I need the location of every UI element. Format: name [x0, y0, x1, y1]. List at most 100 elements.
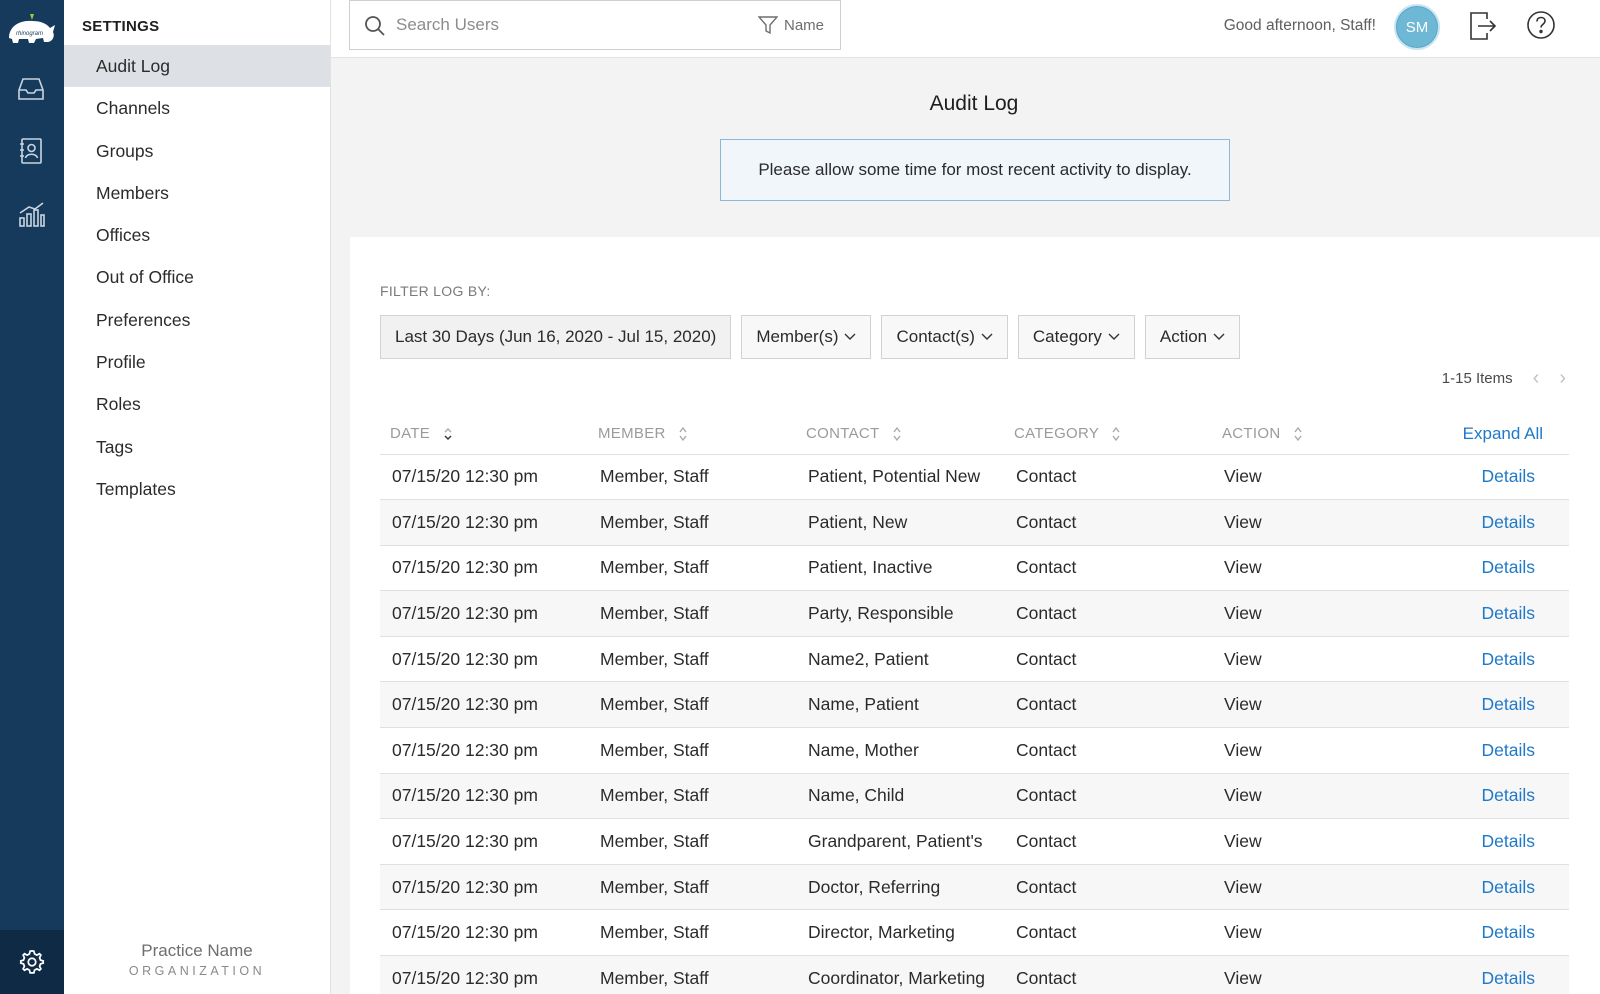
- sidebar-item-profile[interactable]: Profile: [64, 341, 330, 383]
- table-row[interactable]: 07/15/20 12:30 pm Member, Staff Name2, Pat…: [380, 636, 1569, 683]
- sidebar-item-groups[interactable]: Groups: [64, 130, 330, 172]
- date-range-filter[interactable]: Last 30 Days (Jun 16, 2020 - Jul 15, 202…: [380, 315, 732, 359]
- audit-log-table: DATE MEMBER CONTACT CATEGORY ACTION Expa…: [380, 414, 1569, 994]
- cell-member: Member, Staff: [588, 454, 796, 501]
- cell-details: Details: [1382, 773, 1569, 820]
- sidebar-item-roles[interactable]: Roles: [64, 383, 330, 425]
- cell-member: Member, Staff: [588, 955, 796, 994]
- cell-category: Contact: [1004, 955, 1212, 994]
- details-link[interactable]: Details: [1482, 694, 1536, 714]
- category-filter[interactable]: Category: [1017, 315, 1135, 359]
- cell-contact: Name2, Patient: [796, 636, 1004, 683]
- cell-action: View: [1212, 818, 1382, 865]
- table-row[interactable]: 07/15/20 12:30 pm Member, Staff Name, Pati…: [380, 681, 1569, 729]
- cell-action: View: [1212, 545, 1382, 592]
- cell-details: Details: [1382, 864, 1569, 911]
- help-icon[interactable]: [1526, 10, 1556, 40]
- details-link[interactable]: Details: [1482, 512, 1536, 532]
- sidebar-item-members[interactable]: Members: [64, 172, 330, 214]
- details-link[interactable]: Details: [1482, 649, 1536, 669]
- rhinogram-logo[interactable]: rhinogram: [6, 8, 58, 48]
- table-row[interactable]: 07/15/20 12:30 pm Member, Staff Director, …: [380, 909, 1569, 957]
- cell-action: View: [1212, 681, 1382, 729]
- column-header-member[interactable]: MEMBER: [588, 414, 796, 455]
- cell-member: Member, Staff: [588, 636, 796, 683]
- table-row[interactable]: 07/15/20 12:30 pm Member, Staff Patient, I…: [380, 545, 1569, 592]
- cell-category: Contact: [1004, 864, 1212, 911]
- search-box: Name: [349, 0, 841, 50]
- sort-icon: [1112, 427, 1120, 442]
- audit-log-rows: 07/15/20 12:30 pm Member, Staff Patient, P…: [380, 454, 1569, 994]
- sidebar-item-templates[interactable]: Templates: [64, 468, 330, 510]
- details-link[interactable]: Details: [1482, 740, 1536, 760]
- table-row[interactable]: 07/15/20 12:30 pm Member, Staff Doctor, Re…: [380, 864, 1569, 911]
- inbox-icon[interactable]: [14, 72, 48, 106]
- table-row[interactable]: 07/15/20 12:30 pm Member, Staff Patient, P…: [380, 454, 1569, 501]
- cell-date: 07/15/20 12:30 pm: [380, 955, 588, 994]
- table-row[interactable]: 07/15/20 12:30 pm Member, Staff Name, Moth…: [380, 727, 1569, 774]
- contacts-icon[interactable]: [14, 134, 48, 168]
- cell-action: View: [1212, 909, 1382, 957]
- sidebar-item-out-of-office[interactable]: Out of Office: [64, 256, 330, 298]
- table-row[interactable]: 07/15/20 12:30 pm Member, Staff Name, Chil…: [380, 773, 1569, 820]
- chevron-down-icon: [981, 333, 993, 340]
- column-header-category[interactable]: CATEGORY: [1004, 414, 1212, 455]
- column-header-member-label: MEMBER: [598, 425, 666, 443]
- user-avatar[interactable]: SM: [1394, 4, 1440, 50]
- column-header-category-label: CATEGORY: [1014, 425, 1099, 443]
- sidebar-item-preferences[interactable]: Preferences: [64, 299, 330, 341]
- cell-contact: Name, Patient: [796, 681, 1004, 729]
- search-filter-button[interactable]: Name: [757, 15, 824, 35]
- cell-action: View: [1212, 590, 1382, 637]
- cell-contact: Patient, New: [796, 499, 1004, 546]
- cell-category: Contact: [1004, 727, 1212, 774]
- sidebar-item-audit-log[interactable]: Audit Log: [64, 45, 330, 88]
- details-link[interactable]: Details: [1482, 968, 1536, 988]
- chevron-left-icon[interactable]: ‹: [1533, 367, 1540, 390]
- details-link[interactable]: Details: [1482, 785, 1536, 805]
- details-link[interactable]: Details: [1482, 466, 1536, 486]
- sidebar-item-offices[interactable]: Offices: [64, 214, 330, 256]
- details-link[interactable]: Details: [1482, 603, 1536, 623]
- table-row[interactable]: 07/15/20 12:30 pm Member, Staff Patient, N…: [380, 499, 1569, 546]
- analytics-icon[interactable]: [14, 197, 48, 231]
- sort-icon: [893, 427, 901, 442]
- sidebar-item-channels[interactable]: Channels: [64, 87, 330, 129]
- table-row[interactable]: 07/15/20 12:30 pm Member, Staff Coordinato…: [380, 955, 1569, 994]
- gear-icon: [19, 950, 45, 974]
- cell-details: Details: [1382, 818, 1569, 865]
- details-link[interactable]: Details: [1482, 877, 1536, 897]
- details-link[interactable]: Details: [1482, 922, 1536, 942]
- column-header-action[interactable]: ACTION: [1212, 414, 1382, 455]
- settings-button[interactable]: [0, 930, 64, 994]
- cell-category: Contact: [1004, 636, 1212, 683]
- sort-icon: [1294, 427, 1302, 442]
- column-header-contact[interactable]: CONTACT: [796, 414, 1004, 455]
- table-row[interactable]: 07/15/20 12:30 pm Member, Staff Party, Res…: [380, 590, 1569, 637]
- cell-action: View: [1212, 864, 1382, 911]
- column-header-date[interactable]: DATE: [380, 414, 588, 455]
- logout-icon[interactable]: [1468, 10, 1498, 42]
- expand-all-link[interactable]: Expand All: [1463, 424, 1543, 443]
- sidebar-item-tags[interactable]: Tags: [64, 426, 330, 468]
- cell-date: 07/15/20 12:30 pm: [380, 818, 588, 865]
- cell-member: Member, Staff: [588, 818, 796, 865]
- sort-desc-icon: [444, 428, 452, 441]
- action-filter[interactable]: Action: [1144, 315, 1241, 359]
- cell-contact: Director, Marketing: [796, 909, 1004, 957]
- cell-member: Member, Staff: [588, 590, 796, 637]
- organization-info: Practice Name ORGANIZATION: [64, 941, 330, 978]
- contacts-filter[interactable]: Contact(s): [881, 315, 1008, 359]
- details-link[interactable]: Details: [1482, 557, 1536, 577]
- cell-details: Details: [1382, 454, 1569, 501]
- cell-contact: Grandparent, Patient's: [796, 818, 1004, 865]
- filter-icon: [757, 16, 778, 35]
- cell-member: Member, Staff: [588, 545, 796, 592]
- table-row[interactable]: 07/15/20 12:30 pm Member, Staff Grandparen…: [380, 818, 1569, 865]
- chevron-right-icon[interactable]: ›: [1559, 367, 1566, 390]
- members-filter[interactable]: Member(s): [741, 315, 872, 359]
- action-filter-label: Action: [1159, 327, 1208, 346]
- search-input[interactable]: [396, 9, 736, 41]
- cell-member: Member, Staff: [588, 773, 796, 820]
- details-link[interactable]: Details: [1482, 831, 1536, 851]
